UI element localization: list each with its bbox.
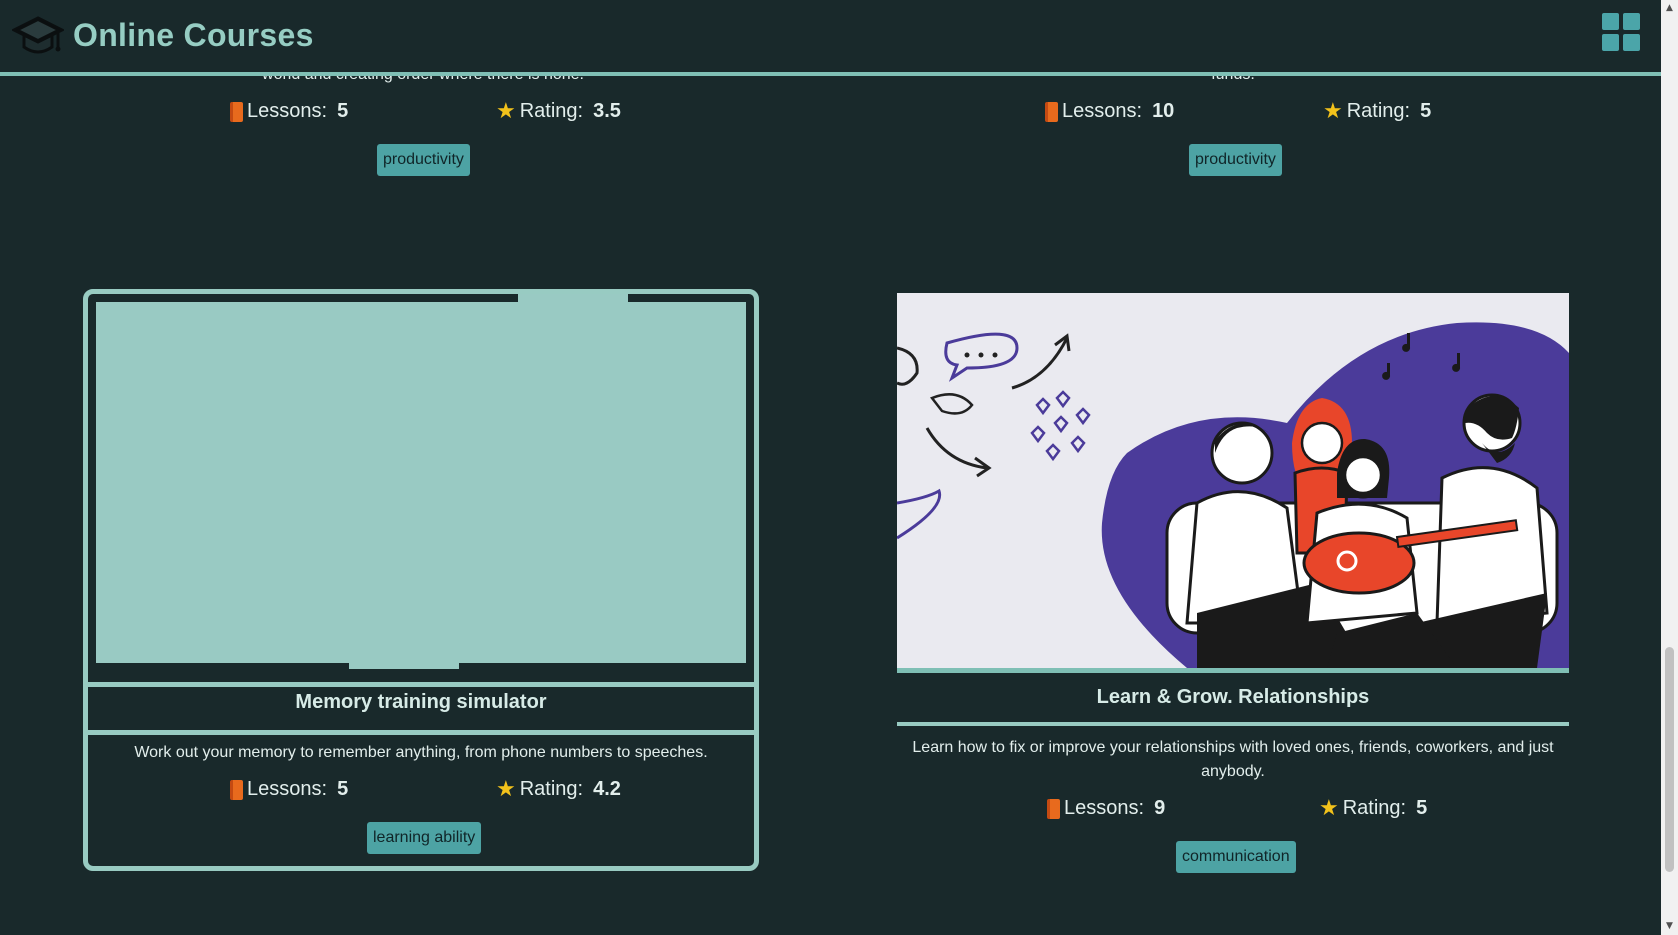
- course-stats: Lessons: 9 ★ Rating: 5: [1047, 797, 1447, 827]
- star-icon: ★: [496, 776, 516, 802]
- book-icon: [1047, 798, 1060, 819]
- course-title[interactable]: Memory training simulator: [88, 691, 754, 714]
- grid-icon: [1602, 13, 1619, 30]
- app-header: Online Courses: [0, 0, 1661, 76]
- app-title[interactable]: Online Courses: [73, 17, 314, 54]
- scroll-down-arrow-icon[interactable]: ▼: [1661, 918, 1678, 935]
- star-icon: ★: [1323, 98, 1343, 124]
- course-image-placeholder: [91, 294, 751, 669]
- lessons-label: Lessons:: [247, 778, 328, 800]
- relationships-illustration: [897, 322, 1569, 668]
- course-title[interactable]: Learn & Grow. Relationships: [897, 686, 1569, 709]
- course-tag[interactable]: productivity: [1189, 144, 1282, 176]
- rating-label: Rating:: [1346, 100, 1411, 122]
- course-tag[interactable]: communication: [1176, 841, 1296, 873]
- lessons-count: 5: [337, 100, 349, 122]
- rating-value: 4.2: [593, 778, 621, 800]
- lessons-label: Lessons:: [247, 100, 328, 122]
- lessons-count: 9: [1154, 797, 1166, 819]
- course-description: Learn how to fix or improve your relatio…: [912, 739, 1554, 780]
- course-stats: Lessons: 5 ★ Rating: 3.5: [230, 100, 630, 130]
- lessons-count: 5: [337, 778, 349, 800]
- star-icon: ★: [496, 98, 516, 124]
- book-icon: [230, 101, 243, 122]
- course-description: Work out your memory to remember anythin…: [134, 744, 708, 761]
- course-stats: Lessons: 5 ★ Rating: 4.2: [230, 778, 630, 808]
- rating-value: 3.5: [593, 100, 621, 122]
- lessons-count: 10: [1152, 100, 1175, 122]
- lessons-label: Lessons:: [1062, 100, 1143, 122]
- rating-label: Rating:: [519, 778, 584, 800]
- graduation-cap-icon: [12, 16, 64, 54]
- lessons-label: Lessons:: [1064, 797, 1145, 819]
- scrollbar-thumb[interactable]: [1665, 647, 1674, 872]
- rating-label: Rating:: [1342, 797, 1407, 819]
- grid-view-button[interactable]: [1602, 13, 1642, 53]
- book-icon: [1045, 101, 1058, 122]
- scroll-up-arrow-icon[interactable]: ▲: [1661, 0, 1678, 17]
- rating-value: 5: [1420, 100, 1432, 122]
- rating-label: Rating:: [519, 100, 584, 122]
- rating-value: 5: [1416, 797, 1428, 819]
- scrollbar[interactable]: ▲ ▼: [1661, 0, 1678, 935]
- course-image[interactable]: [897, 293, 1569, 668]
- course-tag[interactable]: productivity: [377, 144, 470, 176]
- book-icon: [230, 779, 243, 800]
- star-icon: ★: [1319, 795, 1339, 821]
- course-stats: Lessons: 10 ★ Rating: 5: [1045, 100, 1445, 130]
- course-tag[interactable]: learning ability: [367, 822, 482, 854]
